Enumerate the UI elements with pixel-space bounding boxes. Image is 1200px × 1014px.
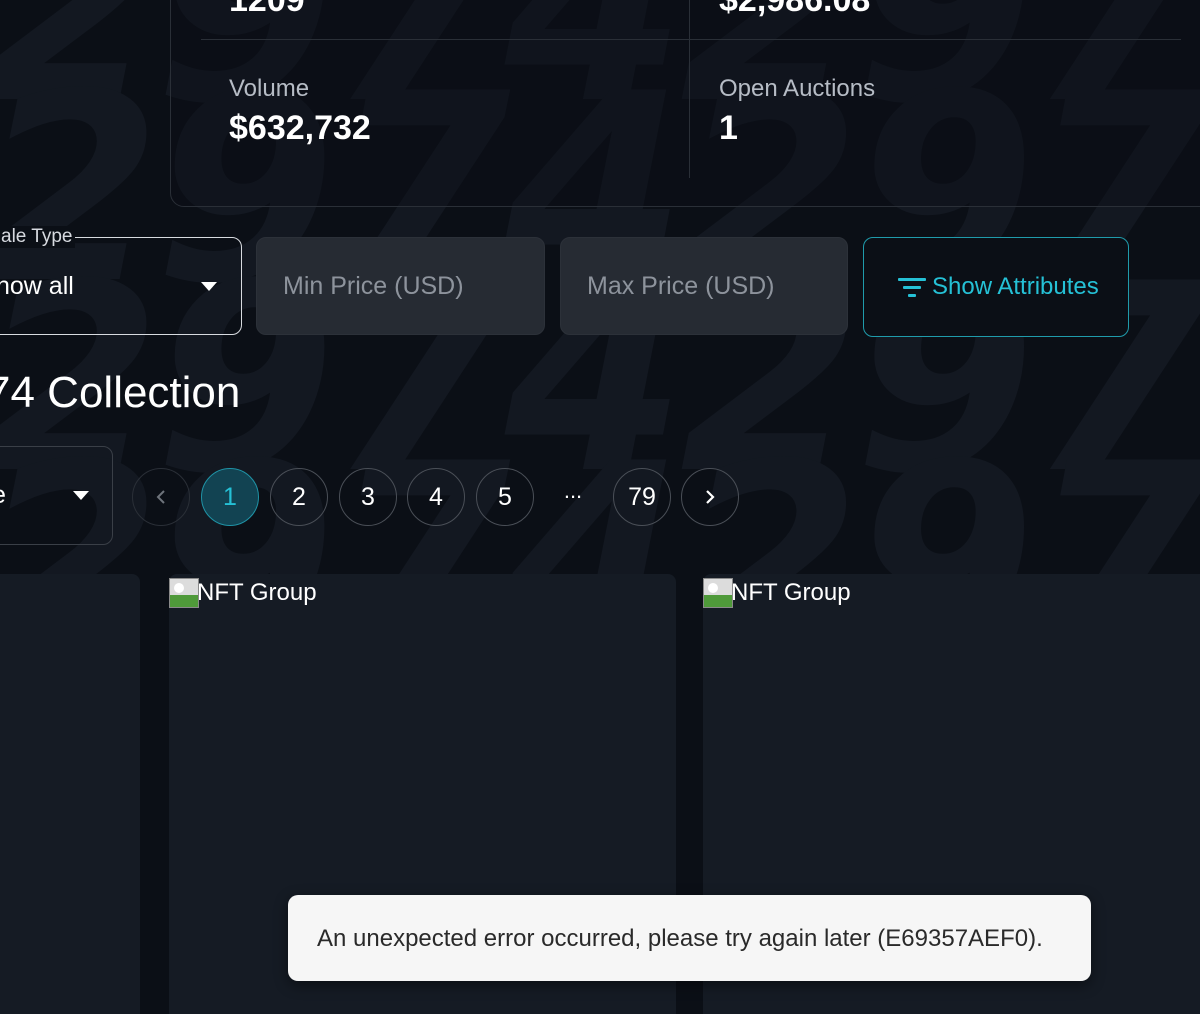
nft-image-alt-text: NFT Group <box>197 579 317 606</box>
sort-select-value: e <box>0 481 6 510</box>
chevron-down-icon <box>201 282 217 291</box>
stat-auctions-value: 1 <box>719 109 738 147</box>
min-price-input[interactable]: Min Price (USD) <box>256 237 545 335</box>
filter-icon <box>898 276 928 300</box>
pagination-page-3[interactable]: 3 <box>339 468 397 526</box>
pagination-page-1[interactable]: 1 <box>201 468 259 526</box>
show-attributes-label: Show Attributes <box>932 273 1099 300</box>
max-price-placeholder: Max Price (USD) <box>587 272 775 300</box>
sale-type-label: ale Type <box>0 226 76 248</box>
pagination-page-79[interactable]: 79 <box>613 468 671 526</box>
nft-card[interactable] <box>0 574 140 1014</box>
stat-volume-value: $632,732 <box>229 109 371 147</box>
pagination-next-button[interactable] <box>681 468 739 526</box>
show-attributes-button[interactable]: Show Attributes <box>863 237 1129 337</box>
sale-type-value: how all <box>0 272 74 300</box>
pagination-page-4[interactable]: 4 <box>407 468 465 526</box>
error-toast-message: An unexpected error occurred, please try… <box>317 925 1043 952</box>
broken-image-icon <box>169 578 199 608</box>
collection-page: 29742974 29742974 29742974 29742974 1209… <box>0 0 1200 1014</box>
nft-image-broken: NFT Group <box>169 578 317 608</box>
chevron-down-icon <box>73 491 89 500</box>
chevron-left-icon <box>156 490 165 504</box>
nft-image-broken: NFT Group <box>703 578 851 608</box>
sort-select[interactable] <box>0 446 113 545</box>
pagination-page-2[interactable]: 2 <box>270 468 328 526</box>
pagination-prev-button[interactable] <box>132 468 190 526</box>
stat-floor-value: $2,986.08 <box>719 0 871 19</box>
min-price-placeholder: Min Price (USD) <box>283 272 464 300</box>
stats-divider-vertical <box>689 0 690 178</box>
broken-image-icon <box>703 578 733 608</box>
collection-title: 74 Collection <box>0 368 241 417</box>
pagination-page-5[interactable]: 5 <box>476 468 534 526</box>
stats-divider-horizontal <box>201 39 1181 40</box>
pagination-ellipsis: ... <box>563 478 583 503</box>
stat-volume-label: Volume <box>229 75 310 102</box>
stat-items-value: 1209 <box>229 0 305 19</box>
max-price-input[interactable]: Max Price (USD) <box>560 237 848 335</box>
collection-stats-panel: 1209 $2,986.08 Volume $632,732 Open Auct… <box>170 0 1200 207</box>
chevron-right-icon <box>706 490 715 504</box>
stat-auctions-label: Open Auctions <box>719 75 876 102</box>
error-toast[interactable]: An unexpected error occurred, please try… <box>288 895 1091 981</box>
nft-image-alt-text: NFT Group <box>731 579 851 606</box>
